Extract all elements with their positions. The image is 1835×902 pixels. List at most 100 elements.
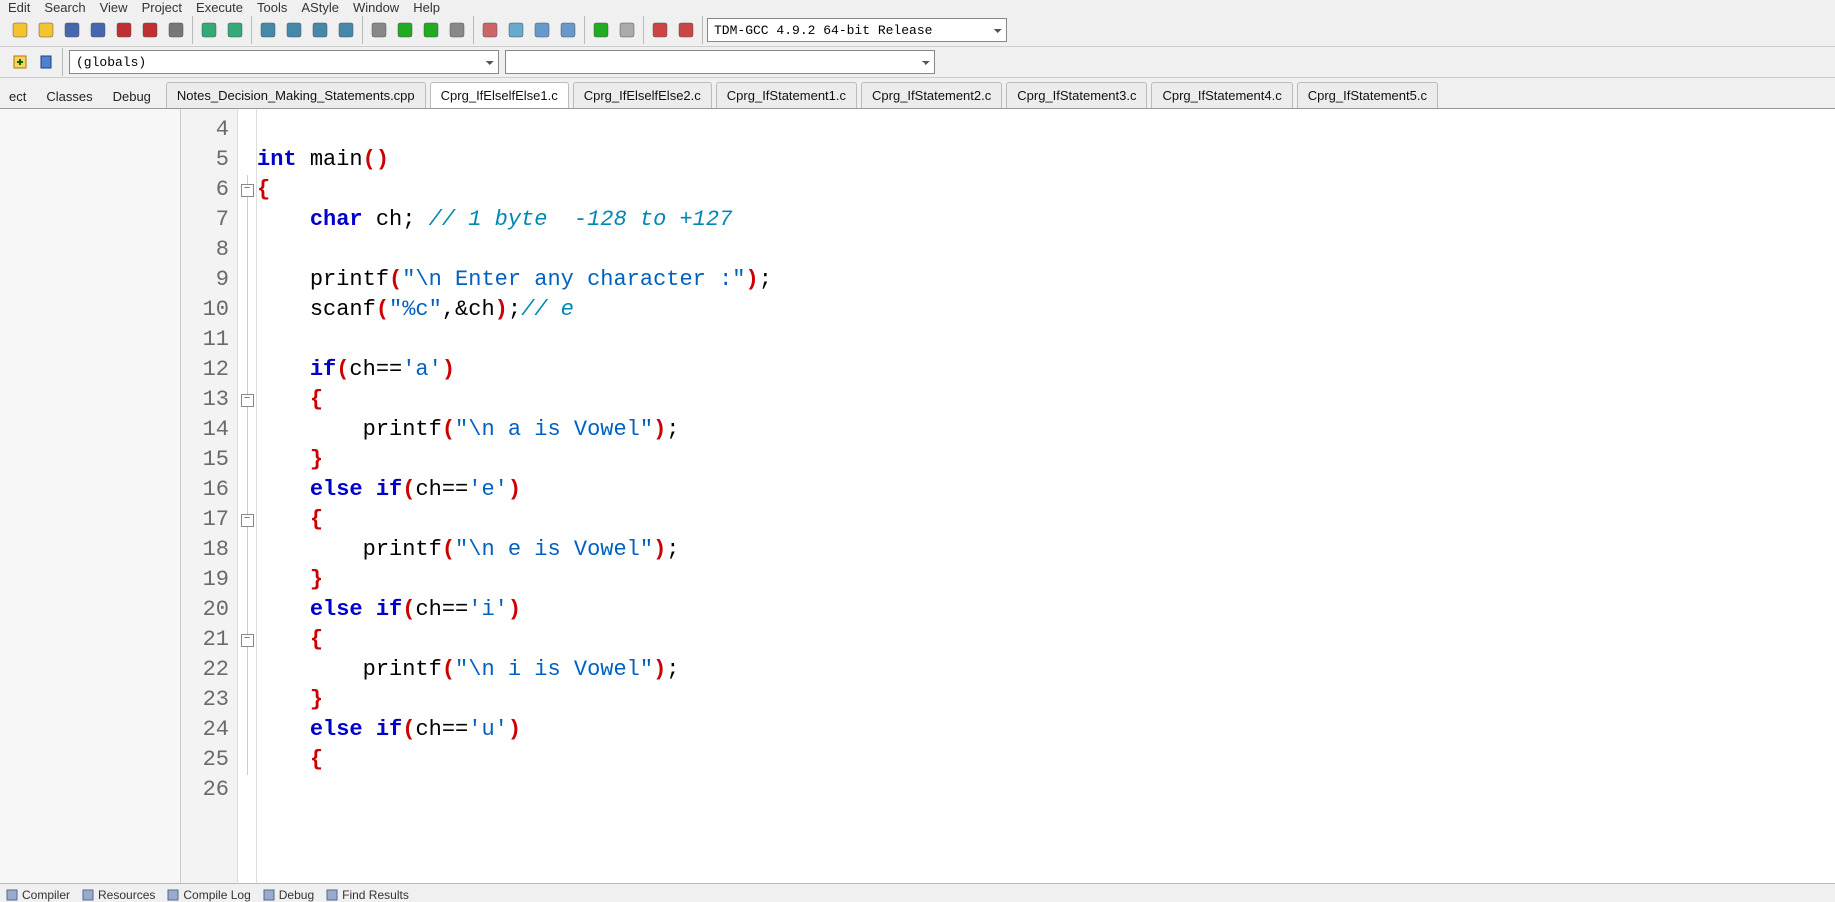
redo-icon[interactable]: [223, 18, 247, 42]
side-tab-debug[interactable]: Debug: [106, 84, 158, 108]
new-file-icon[interactable]: [8, 18, 32, 42]
line-number: 18: [181, 535, 237, 565]
fold-marker: [238, 325, 256, 355]
line-number: 21: [181, 625, 237, 655]
fold-marker[interactable]: [238, 625, 256, 655]
file-tab[interactable]: Cprg_IfStatement3.c: [1006, 82, 1147, 108]
code-line[interactable]: if(ch=='a'): [257, 355, 1835, 385]
scope-select-globals[interactable]: (globals): [69, 50, 499, 74]
find-in-files-icon[interactable]: [308, 18, 332, 42]
compile-icon[interactable]: [367, 18, 391, 42]
insert-icon[interactable]: [8, 50, 32, 74]
menu-view[interactable]: View: [100, 0, 128, 15]
code-line[interactable]: else if(ch=='e'): [257, 475, 1835, 505]
fold-marker[interactable]: [238, 385, 256, 415]
file-tab[interactable]: Cprg_IfElselfElse1.c: [430, 82, 569, 108]
file-tab[interactable]: Cprg_IfElselfElse2.c: [573, 82, 712, 108]
code-line[interactable]: }: [257, 445, 1835, 475]
code-editor[interactable]: int main(){ char ch; // 1 byte -128 to +…: [257, 109, 1835, 883]
bottom-panel-tabs: Compiler Resources Compile Log Debug Find Re…: [0, 883, 1835, 902]
code-line[interactable]: [257, 325, 1835, 355]
close-all-icon[interactable]: [138, 18, 162, 42]
file-tab[interactable]: Cprg_IfStatement5.c: [1297, 82, 1438, 108]
save-icon[interactable]: [60, 18, 84, 42]
stop-icon[interactable]: [615, 18, 639, 42]
code-line[interactable]: printf("\n a is Vowel");: [257, 415, 1835, 445]
goto-bookmark-icon[interactable]: [556, 18, 580, 42]
code-line[interactable]: {: [257, 385, 1835, 415]
fold-marker: [238, 265, 256, 295]
run-icon[interactable]: [393, 18, 417, 42]
bottom-tab-compiler[interactable]: Compiler: [6, 888, 70, 902]
code-line[interactable]: }: [257, 565, 1835, 595]
code-line[interactable]: [257, 115, 1835, 145]
close-icon[interactable]: [112, 18, 136, 42]
fold-marker: [238, 145, 256, 175]
open-file-icon[interactable]: [34, 18, 58, 42]
find-icon[interactable]: [256, 18, 280, 42]
bottom-tab-debug[interactable]: Debug: [263, 888, 314, 902]
fold-marker: [238, 685, 256, 715]
chart-icon[interactable]: [648, 18, 672, 42]
code-line[interactable]: printf("\n i is Vowel");: [257, 655, 1835, 685]
fold-marker: [238, 235, 256, 265]
menu-project[interactable]: Project: [142, 0, 182, 15]
code-line[interactable]: {: [257, 745, 1835, 775]
line-number: 6: [181, 175, 237, 205]
class-browser-panel[interactable]: [0, 109, 181, 883]
new-project-icon[interactable]: [478, 18, 502, 42]
save-all-icon[interactable]: [86, 18, 110, 42]
bottom-tab-find-results[interactable]: Find Results: [326, 888, 409, 902]
compile-run-icon[interactable]: [419, 18, 443, 42]
code-line[interactable]: else if(ch=='i'): [257, 595, 1835, 625]
fold-marker: [238, 445, 256, 475]
print-icon[interactable]: [164, 18, 188, 42]
code-line[interactable]: else if(ch=='u'): [257, 715, 1835, 745]
fold-marker: [238, 745, 256, 775]
menu-execute[interactable]: Execute: [196, 0, 243, 15]
line-number: 8: [181, 235, 237, 265]
menu-edit[interactable]: Edit: [8, 0, 30, 15]
toggle-bookmark-icon[interactable]: [530, 18, 554, 42]
rebuild-all-icon[interactable]: [445, 18, 469, 42]
undo-icon[interactable]: [197, 18, 221, 42]
line-number: 15: [181, 445, 237, 475]
menu-help[interactable]: Help: [413, 0, 440, 15]
menu-search[interactable]: Search: [44, 0, 85, 15]
file-tab[interactable]: Notes_Decision_Making_Statements.cpp: [166, 82, 426, 108]
code-line[interactable]: char ch; // 1 byte -128 to +127: [257, 205, 1835, 235]
code-line[interactable]: scanf("%c",&ch);// e: [257, 295, 1835, 325]
file-tab[interactable]: Cprg_IfStatement2.c: [861, 82, 1002, 108]
side-tab-ect[interactable]: ect: [2, 84, 33, 108]
code-line[interactable]: printf("\n Enter any character :");: [257, 265, 1835, 295]
line-number: 23: [181, 685, 237, 715]
profile-icon[interactable]: [674, 18, 698, 42]
class-browser-icon[interactable]: [504, 18, 528, 42]
code-line[interactable]: }: [257, 685, 1835, 715]
code-line[interactable]: {: [257, 175, 1835, 205]
scope-select-symbol[interactable]: [505, 50, 935, 74]
toggle-icon[interactable]: [34, 50, 58, 74]
line-number: 4: [181, 115, 237, 145]
code-line[interactable]: printf("\n e is Vowel");: [257, 535, 1835, 565]
file-tab[interactable]: Cprg_IfStatement1.c: [716, 82, 857, 108]
compiler-select[interactable]: TDM-GCC 4.9.2 64-bit Release: [707, 18, 1007, 42]
code-line[interactable]: int main(): [257, 145, 1835, 175]
menu-astyle[interactable]: AStyle: [301, 0, 339, 15]
check-icon[interactable]: [589, 18, 613, 42]
side-tab-classes[interactable]: Classes: [39, 84, 99, 108]
bottom-tab-resources[interactable]: Resources: [82, 888, 155, 902]
fold-column[interactable]: [238, 109, 257, 883]
code-line[interactable]: {: [257, 505, 1835, 535]
menu-tools[interactable]: Tools: [257, 0, 287, 15]
replace-icon[interactable]: [282, 18, 306, 42]
fold-marker[interactable]: [238, 175, 256, 205]
code-line[interactable]: {: [257, 625, 1835, 655]
line-number-gutter: 4567891011121314151617181920212223242526: [181, 109, 238, 883]
code-line[interactable]: [257, 235, 1835, 265]
file-tab[interactable]: Cprg_IfStatement4.c: [1151, 82, 1292, 108]
menu-window[interactable]: Window: [353, 0, 399, 15]
fold-marker[interactable]: [238, 505, 256, 535]
bottom-tab-compile-log[interactable]: Compile Log: [167, 888, 250, 902]
goto-line-icon[interactable]: [334, 18, 358, 42]
